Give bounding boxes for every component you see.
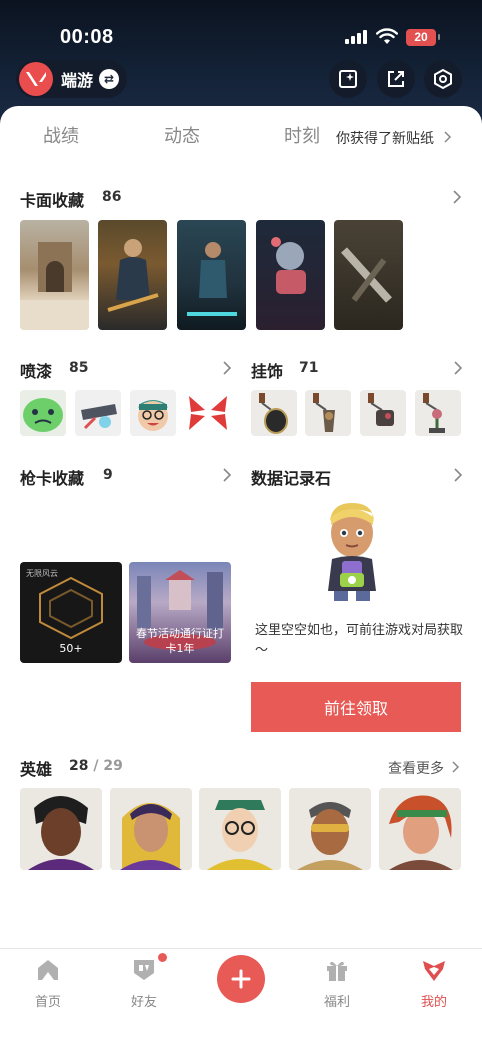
gun-card-label: 春节活动通行证打卡1年 xyxy=(136,627,224,655)
hero-portrait[interactable] xyxy=(289,788,371,870)
view-more-link[interactable]: 查看更多 xyxy=(388,758,460,778)
gift-icon xyxy=(327,961,347,981)
card-collection-title: 卡面收藏 xyxy=(20,191,85,210)
charm-thumb[interactable] xyxy=(305,390,351,436)
hero-portrait[interactable] xyxy=(20,788,102,870)
hero-portrait[interactable] xyxy=(379,788,461,870)
sprays-title: 喷漆 xyxy=(20,362,53,381)
data-stone-title: 数据记录石 xyxy=(251,469,332,488)
player-card-thumb[interactable] xyxy=(177,220,246,330)
nav-home-label: 首页 xyxy=(34,995,61,1010)
spray-thumb[interactable] xyxy=(20,390,66,436)
create-post-button[interactable] xyxy=(217,955,265,1003)
share-icon[interactable] xyxy=(377,60,415,98)
player-card-thumb[interactable] xyxy=(256,220,325,330)
nav-welfare[interactable]: 福利 xyxy=(307,957,367,1010)
sprays-chevron-icon[interactable] xyxy=(222,361,232,375)
gun-cards-title: 枪卡收藏 xyxy=(20,469,85,488)
settings-icon[interactable] xyxy=(424,60,462,98)
player-card-thumb[interactable] xyxy=(20,220,89,330)
player-card-thumb[interactable] xyxy=(334,220,403,330)
card-collection-chevron-icon[interactable] xyxy=(452,190,462,204)
gun-cards-count: 9 xyxy=(103,467,113,483)
heroes-title: 英雄 xyxy=(20,760,53,779)
nav-friends-label: 好友 xyxy=(130,995,157,1010)
spray-thumb[interactable] xyxy=(185,390,231,436)
app-switcher[interactable]: 端游 ⇄ xyxy=(16,60,128,98)
card-collection-count: 86 xyxy=(102,189,122,205)
bottom-nav: 首页 好友 福利 我的 xyxy=(0,948,482,1049)
data-stone-chevron-icon[interactable] xyxy=(453,468,463,482)
heroes-count: 28 / 29 xyxy=(69,758,123,774)
tab-record[interactable]: 战绩 xyxy=(43,122,79,148)
hero-portrait[interactable] xyxy=(199,788,281,870)
charms-count: 71 xyxy=(299,360,319,376)
spray-thumb[interactable] xyxy=(75,390,121,436)
status-time: 00:08 xyxy=(60,26,114,48)
friends-icon xyxy=(134,960,154,980)
hero-portrait[interactable] xyxy=(110,788,192,870)
gun-card-thumb[interactable]: 无限风云 50+ xyxy=(20,562,122,663)
player-card-thumb[interactable] xyxy=(98,220,167,330)
profile-tabs: 战绩 动态 时刻 你获得了新贴纸 xyxy=(0,118,482,154)
switch-icon: ⇄ xyxy=(99,69,120,89)
new-sticker-notice[interactable]: 你获得了新贴纸 xyxy=(336,128,452,148)
gun-card-badge: 50+ xyxy=(59,642,83,655)
claim-button[interactable]: 前往领取 xyxy=(251,682,461,732)
profile-card: 战绩 动态 时刻 你获得了新贴纸 卡面收藏 86 喷漆 85 挂饰 71 枪卡收… xyxy=(0,106,482,1049)
add-sticker-icon[interactable] xyxy=(329,60,367,98)
empty-state-text: 这里空空如也，可前往游戏对局获取～ xyxy=(255,623,464,658)
spray-thumb[interactable] xyxy=(130,390,176,436)
charm-thumb[interactable] xyxy=(251,390,297,436)
home-icon xyxy=(38,960,58,980)
charms-chevron-icon[interactable] xyxy=(453,361,463,375)
battery-indicator: 20 xyxy=(406,29,440,46)
wifi-icon xyxy=(376,28,398,44)
charm-thumb[interactable] xyxy=(360,390,406,436)
status-bar: 00:08 20 xyxy=(0,24,482,54)
notification-dot xyxy=(158,953,167,962)
nav-friends[interactable]: 好友 xyxy=(114,957,174,1010)
profile-icon xyxy=(423,961,445,981)
tab-moments[interactable]: 时刻 xyxy=(284,122,320,148)
empty-state-character-icon xyxy=(328,503,376,601)
charms-title: 挂饰 xyxy=(251,362,284,381)
valorant-logo-icon xyxy=(19,62,53,96)
nav-me-label: 我的 xyxy=(420,995,447,1010)
plus-icon xyxy=(231,969,251,989)
nav-home[interactable]: 首页 xyxy=(18,957,78,1010)
tab-feed[interactable]: 动态 xyxy=(164,122,200,148)
gun-card-thumb[interactable]: 春节活动通行证打卡1年 xyxy=(129,562,231,663)
sprays-count: 85 xyxy=(69,360,89,376)
nav-me[interactable]: 我的 xyxy=(404,957,464,1010)
app-name: 端游 xyxy=(61,71,94,90)
gun-cards-chevron-icon[interactable] xyxy=(222,468,232,482)
charm-thumb[interactable] xyxy=(415,390,461,436)
cellular-signal-icon xyxy=(345,30,367,44)
nav-welfare-label: 福利 xyxy=(323,995,350,1010)
